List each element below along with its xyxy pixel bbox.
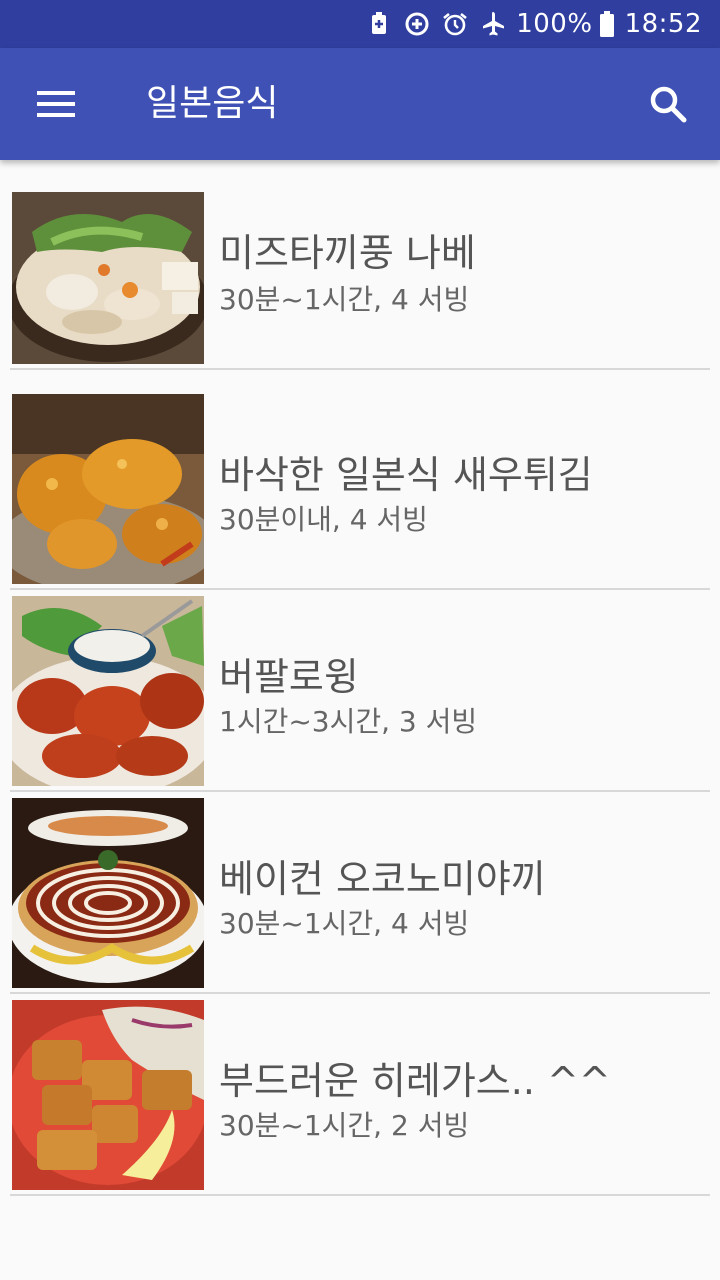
divider [10,992,710,994]
recipe-meta: 30분이내, 4 서빙 [219,503,428,536]
clock: 18:52 [624,9,702,39]
recipe-title: 바삭한 일본식 새우튀김 [219,453,593,497]
status-bar: 100% 18:52 [0,0,720,48]
recipe-title: 미즈타끼풍 나베 [219,231,476,275]
page-title: 일본음식 [146,83,279,124]
list-item[interactable]: 버팔로윙 1시간~3시간, 3 서빙 [0,594,720,796]
menu-button[interactable] [20,68,92,140]
recipe-title: 베이컨 오코노미야끼 [219,857,546,901]
divider [10,1194,710,1196]
app-bar: 일본음식 [0,48,720,160]
recipe-meta: 30분~1시간, 4 서빙 [219,283,470,316]
battery-icon [599,11,615,37]
search-button[interactable] [632,68,704,140]
list-item[interactable]: 미즈타끼풍 나베 30분~1시간, 4 서빙 [0,190,720,392]
list-item[interactable]: 바삭한 일본식 새우튀김 30분이내, 4 서빙 [0,392,720,594]
recipe-meta: 30분~1시간, 4 서빙 [219,907,470,940]
battery-percent: 100% [516,9,593,39]
list-item[interactable]: 베이컨 오코노미야끼 30분~1시간, 4 서빙 [0,796,720,998]
hot-pot-photo [12,192,204,364]
alarm-icon [442,11,468,37]
recipe-list: 미즈타끼풍 나베 30분~1시간, 4 서빙 바삭한 일본식 새우튀김 30분이… [0,190,720,1200]
airplane-mode-icon [480,11,506,37]
divider [10,790,710,792]
battery-saver-icon [366,11,392,37]
list-item[interactable]: 부드러운 히레가스.. ^^ 30분~1시간, 2 서빙 [0,998,720,1200]
recipe-meta: 1시간~3시간, 3 서빙 [219,705,478,738]
divider [10,588,710,590]
buffalo-wings-photo [12,596,204,786]
data-saver-icon [404,11,430,37]
okonomiyaki-photo [12,798,204,988]
fried-shrimp-photo [12,394,204,584]
katsu-photo [12,1000,204,1190]
recipe-title: 부드러운 히레가스.. ^^ [219,1059,611,1103]
divider [10,368,710,370]
menu-icon [37,91,75,117]
recipe-title: 버팔로윙 [219,655,359,699]
recipe-meta: 30분~1시간, 2 서빙 [219,1109,470,1142]
search-icon [650,86,687,123]
